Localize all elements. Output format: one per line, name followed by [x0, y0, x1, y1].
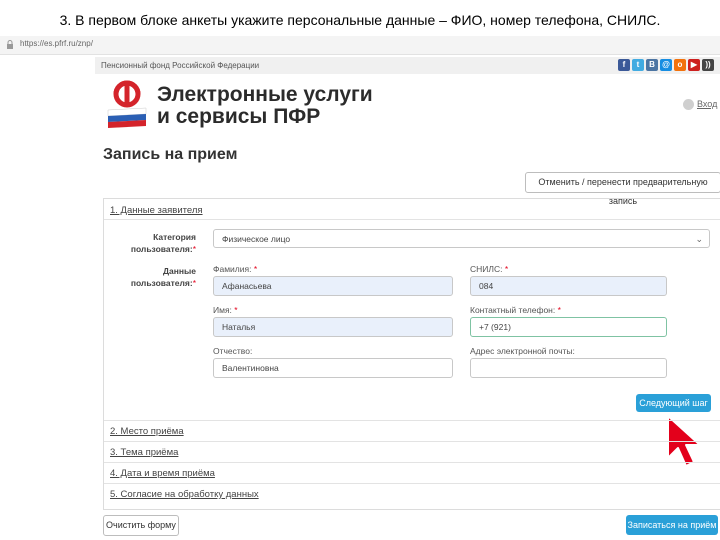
- divider: [104, 219, 720, 220]
- required-mark: *: [192, 244, 196, 254]
- patronymic-field[interactable]: Валентиновна: [213, 358, 453, 378]
- brand-title: Электронные услуги и сервисы ПФР: [157, 84, 373, 128]
- snils-label-text: СНИЛС:: [470, 264, 503, 274]
- snils-label: СНИЛС: *: [470, 264, 508, 274]
- page-title: Запись на прием: [103, 146, 238, 163]
- next-step-button[interactable]: Следующий шаг: [636, 394, 711, 412]
- mail-icon[interactable]: @: [660, 59, 672, 71]
- login-icon: [683, 99, 694, 111]
- odnoklassniki-icon[interactable]: o: [674, 59, 686, 71]
- phone-field[interactable]: +7 (921): [470, 317, 667, 337]
- firstname-field[interactable]: Наталья: [213, 317, 453, 337]
- brand-line-2: и сервисы ПФР: [157, 105, 321, 128]
- category-value: Физическое лицо: [222, 234, 291, 244]
- youtube-icon[interactable]: ▶: [688, 59, 700, 71]
- clear-form-button[interactable]: Очистить форму: [103, 515, 179, 536]
- patronymic-label: Отчество:: [213, 346, 253, 356]
- brand-line-1: Электронные услуги: [157, 83, 373, 106]
- org-name: Пенсионный фонд Российской Федерации: [101, 61, 260, 70]
- twitter-icon[interactable]: t: [632, 59, 644, 71]
- top-strip: Пенсионный фонд Российской Федерации f t…: [95, 57, 720, 74]
- required-mark: *: [253, 264, 258, 274]
- rss-icon[interactable]: )): [702, 59, 714, 71]
- section-applicant-data[interactable]: 1. Данные заявителя: [110, 205, 203, 216]
- snils-field[interactable]: 084: [470, 276, 667, 296]
- lock-icon: [7, 40, 13, 49]
- user-data-label-line1: Данные: [162, 266, 196, 276]
- url-text: https://es.pfrf.ru/znp/: [20, 39, 93, 48]
- section-datetime[interactable]: 4. Дата и время приёма: [110, 468, 215, 479]
- chevron-down-icon: ⌄: [695, 234, 703, 244]
- category-label-line2: пользователя:: [130, 244, 193, 254]
- phone-label-text: Контактный телефон:: [470, 305, 556, 315]
- vk-icon[interactable]: B: [646, 59, 658, 71]
- firstname-label: Имя: *: [213, 305, 238, 315]
- user-data-label: Данные пользователя:*: [110, 265, 196, 289]
- category-label: Категория пользователя:*: [110, 231, 196, 255]
- login-label: Вход: [697, 99, 718, 109]
- user-data-label-line2: пользователя:: [130, 278, 193, 288]
- section-consent[interactable]: 5. Согласие на обработку данных: [110, 489, 259, 500]
- divider: [104, 483, 720, 484]
- facebook-icon[interactable]: f: [618, 59, 630, 71]
- category-select[interactable]: Физическое лицо ⌄: [213, 229, 710, 248]
- cancel-appointment-button[interactable]: Отменить / перенести предварительную зап…: [525, 172, 720, 206]
- phone-label: Контактный телефон: *: [470, 305, 561, 315]
- divider: [104, 420, 720, 421]
- required-mark: *: [192, 278, 196, 288]
- login-link[interactable]: Вход: [683, 99, 718, 111]
- lastname-label: Фамилия: *: [213, 264, 257, 274]
- section-place[interactable]: 2. Место приёма: [110, 426, 184, 437]
- required-mark: *: [234, 305, 238, 315]
- address-bar[interactable]: https://es.pfrf.ru/znp/: [0, 36, 720, 55]
- lastname-label-text: Фамилия:: [213, 264, 252, 274]
- divider: [104, 462, 720, 463]
- instruction-caption: 3. В первом блоке анкеты укажите персона…: [59, 12, 661, 28]
- submit-appointment-button[interactable]: Записаться на приём: [626, 515, 718, 535]
- section-topic[interactable]: 3. Тема приёма: [110, 447, 178, 458]
- firstname-label-text: Имя:: [213, 305, 232, 315]
- email-field[interactable]: [470, 358, 667, 378]
- required-mark: *: [557, 305, 561, 315]
- category-label-line1: Категория: [153, 232, 196, 242]
- email-label: Адрес электронной почты:: [470, 346, 575, 356]
- pfr-logo: [107, 80, 147, 128]
- required-mark: *: [504, 264, 509, 274]
- lastname-field[interactable]: Афанасьева: [213, 276, 453, 296]
- divider: [104, 441, 720, 442]
